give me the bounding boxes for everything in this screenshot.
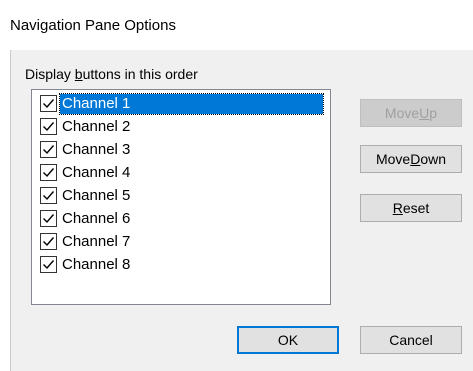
- list-item-channel-8[interactable]: Channel 8: [40, 253, 132, 276]
- ok-button[interactable]: OK: [237, 326, 339, 354]
- list-label-prefix: Display: [25, 66, 75, 82]
- checkbox-channel-3[interactable]: [40, 141, 57, 158]
- checkbox-channel-1[interactable]: [40, 95, 57, 112]
- move-down-accelerator: D: [410, 151, 421, 167]
- list-label-suffix: uttons in this order: [82, 66, 198, 82]
- checkmark-icon: [43, 237, 55, 247]
- move-up-button[interactable]: Move Up: [360, 99, 462, 127]
- move-up-label-prefix: Move: [384, 105, 420, 121]
- checkmark-icon: [43, 145, 55, 155]
- list-item-label: Channel 2: [62, 117, 131, 135]
- reset-accelerator: R: [392, 200, 403, 216]
- move-down-label-prefix: Move: [375, 151, 411, 167]
- list-item-channel-7[interactable]: Channel 7: [40, 230, 132, 253]
- move-up-label-suffix: p: [429, 105, 438, 121]
- move-down-label-suffix: own: [420, 151, 447, 167]
- list-item-label: Channel 4: [62, 163, 131, 181]
- list-item-channel-3[interactable]: Channel 3: [40, 138, 132, 161]
- reset-button[interactable]: Reset: [360, 194, 462, 222]
- checkbox-channel-2[interactable]: [40, 118, 57, 135]
- list-item-label: Channel 3: [62, 140, 131, 158]
- list-item-label: Channel 7: [62, 232, 131, 250]
- list-item-channel-1[interactable]: Channel 1: [40, 92, 324, 115]
- list-item-label: Channel 5: [62, 186, 131, 204]
- list-item-channel-6[interactable]: Channel 6: [40, 207, 132, 230]
- checkmark-icon: [43, 214, 55, 224]
- checkmark-icon: [43, 260, 55, 270]
- navigation-pane-options-dialog: Navigation Pane Options Display buttons …: [0, 0, 473, 371]
- checkmark-icon: [43, 191, 55, 201]
- list-item-channel-2[interactable]: Channel 2: [40, 115, 132, 138]
- list-item-label: Channel 8: [62, 255, 131, 273]
- list-label-accelerator: b: [74, 66, 83, 82]
- move-down-button[interactable]: Move Down: [360, 145, 462, 173]
- move-up-accelerator: U: [419, 105, 430, 121]
- checkmark-icon: [43, 168, 55, 178]
- list-item-channel-5[interactable]: Channel 5: [40, 184, 132, 207]
- reset-label-suffix: eset: [402, 200, 430, 216]
- checkbox-channel-8[interactable]: [40, 256, 57, 273]
- checkbox-channel-6[interactable]: [40, 210, 57, 227]
- list-item-label: Channel 6: [62, 209, 131, 227]
- checkmark-icon: [43, 122, 55, 132]
- list-item-label: Channel 1: [59, 92, 324, 115]
- list-item-channel-4[interactable]: Channel 4: [40, 161, 132, 184]
- cancel-button[interactable]: Cancel: [360, 326, 462, 354]
- checkmark-icon: [43, 99, 55, 109]
- checkbox-channel-4[interactable]: [40, 164, 57, 181]
- button-order-listbox[interactable]: Channel 1 Channel 2 Channel 3 Channel 4 …: [31, 89, 331, 305]
- checkbox-channel-7[interactable]: [40, 233, 57, 250]
- list-label: Display buttons in this order: [25, 66, 198, 82]
- title-bar[interactable]: Navigation Pane Options: [0, 0, 473, 50]
- dialog-title: Navigation Pane Options: [10, 17, 176, 34]
- checkbox-channel-5[interactable]: [40, 187, 57, 204]
